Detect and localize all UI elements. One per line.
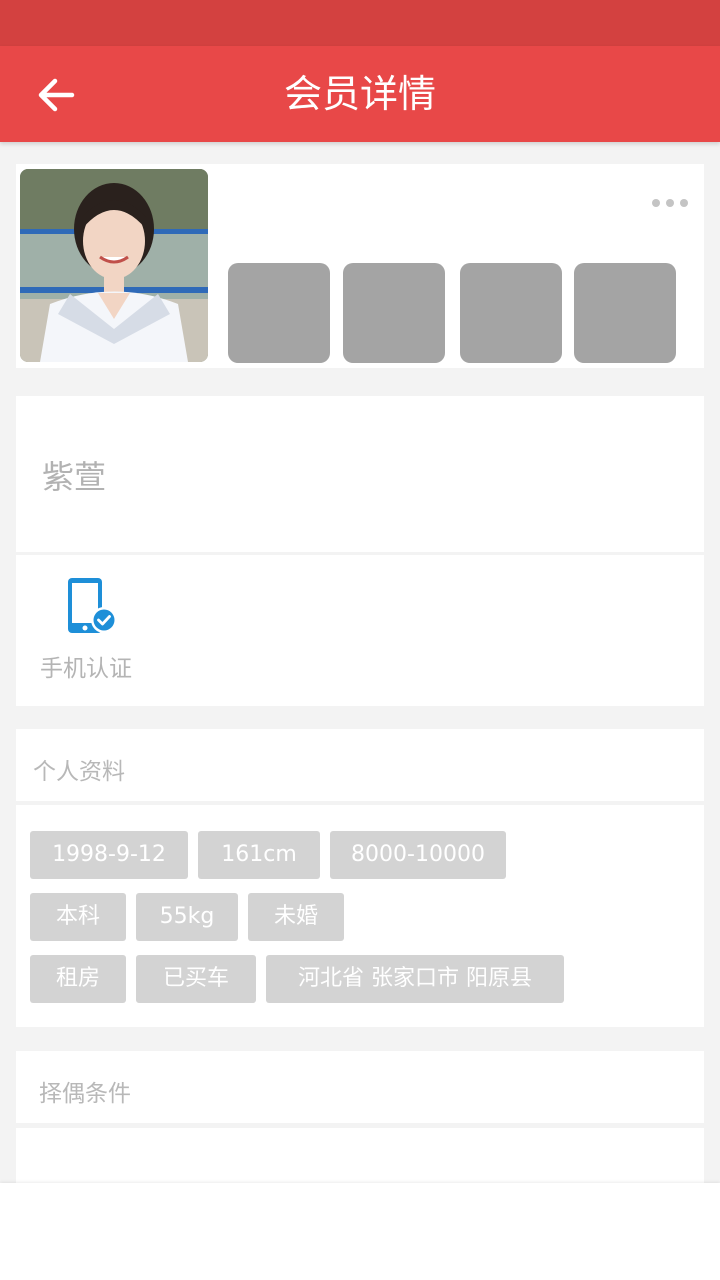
profile-photo	[20, 169, 208, 362]
back-button[interactable]	[26, 68, 86, 122]
photo-thumbnail[interactable]	[574, 263, 676, 363]
tag-weight: 55kg	[136, 893, 238, 941]
more-dot	[652, 199, 660, 207]
arrow-left-icon	[38, 78, 75, 112]
tag-birthdate: 1998-9-12	[30, 831, 188, 879]
tag-housing: 租房	[30, 955, 126, 1003]
partner-conditions-body	[16, 1128, 704, 1184]
tag-education: 本科	[30, 893, 126, 941]
member-name: 紫萱	[42, 458, 107, 496]
tag-marital-status: 未婚	[248, 893, 344, 941]
bottom-bar	[0, 1183, 720, 1280]
photo-thumbnail[interactable]	[228, 263, 330, 363]
section-title: 择偶条件	[39, 1081, 131, 1107]
photo-thumbnail[interactable]	[343, 263, 445, 363]
phone-verified-icon	[68, 578, 117, 633]
partner-conditions-header: 择偶条件	[16, 1051, 704, 1123]
section-title: 个人资料	[33, 759, 125, 785]
app-bar: 会员详情	[0, 46, 720, 142]
status-bar	[0, 0, 720, 46]
tag-income: 8000-10000	[330, 831, 506, 879]
more-dot	[680, 199, 688, 207]
page-title: 会员详情	[283, 72, 436, 116]
more-dot	[666, 199, 674, 207]
personal-info-header: 个人资料	[16, 729, 704, 801]
main-photo[interactable]	[20, 169, 208, 362]
tag-car: 已买车	[136, 955, 256, 1003]
name-card: 紫萱	[16, 396, 704, 552]
verification-card: 手机认证	[16, 555, 704, 706]
photo-card	[16, 164, 704, 368]
verification-label: 手机认证	[40, 656, 132, 682]
photo-thumbnail[interactable]	[460, 263, 562, 363]
more-options-button[interactable]	[652, 194, 688, 212]
tag-location: 河北省 张家口市 阳原县	[266, 955, 564, 1003]
tag-height: 161cm	[198, 831, 320, 879]
personal-info-tags: 1998-9-12 161cm 8000-10000 本科 55kg 未婚 租房…	[16, 805, 704, 1027]
